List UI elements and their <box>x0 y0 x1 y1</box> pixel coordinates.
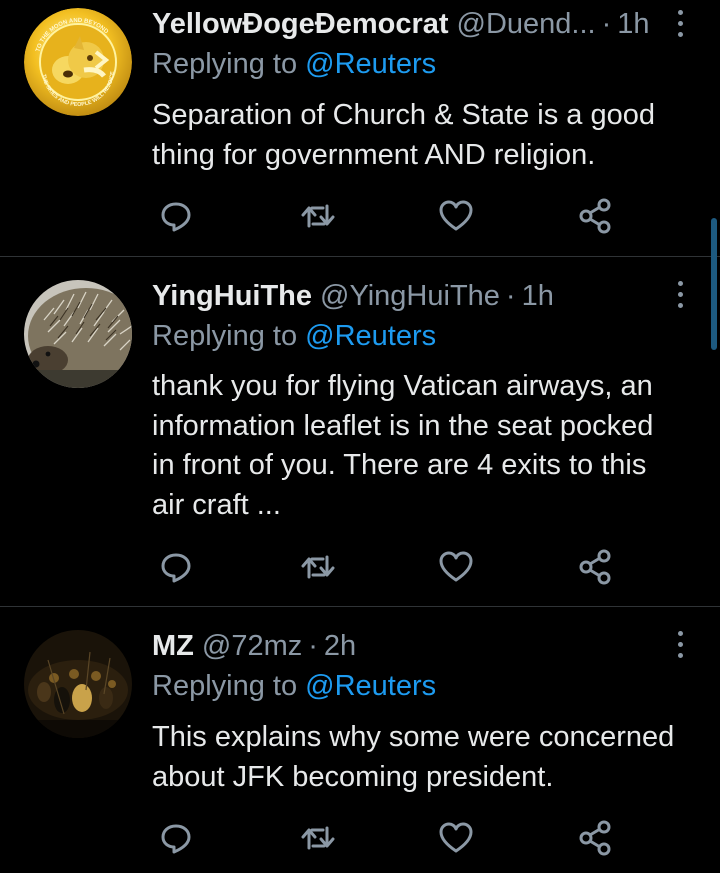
doge-coin-avatar: TO THE MOON AND BEYOND THE SKIES AND PEO… <box>24 8 132 116</box>
timestamp[interactable]: 1h <box>522 280 554 313</box>
tweet[interactable]: MZ @72mz · 2h Replying to @Reuters This … <box>0 607 720 873</box>
separator-dot: · <box>505 279 516 312</box>
share-button[interactable] <box>576 818 616 858</box>
tweet-header: MZ @72mz · 2h <box>152 626 356 666</box>
retweet-icon <box>301 555 335 579</box>
retweet-icon <box>301 204 335 228</box>
share-icon <box>579 198 611 234</box>
reply-icon <box>161 553 191 583</box>
separator-dot: · <box>601 7 612 40</box>
replying-to-label: Replying to <box>152 48 298 80</box>
tweet[interactable]: YingHuiThe @YingHuiThe · 1h Replying to … <box>0 257 720 606</box>
tweet-text: This explains why some were concerned ab… <box>152 721 675 793</box>
like-button[interactable] <box>436 547 476 587</box>
display-name[interactable]: MZ <box>152 630 194 663</box>
reply-to-handle[interactable]: @Reuters <box>305 48 436 80</box>
more-options-icon[interactable] <box>666 277 694 311</box>
replying-to-label: Replying to <box>152 320 298 352</box>
share-icon <box>579 820 611 856</box>
hedgehog-avatar <box>24 280 132 388</box>
reply-button[interactable] <box>156 547 196 587</box>
display-name[interactable]: YingHuiThe <box>152 280 312 313</box>
like-button[interactable] <box>436 818 476 858</box>
tweet-actions <box>152 818 622 858</box>
painting-avatar <box>24 630 132 738</box>
tweet-actions <box>152 196 622 236</box>
share-button[interactable] <box>576 196 616 236</box>
like-button[interactable] <box>436 196 476 236</box>
tweet-header: YellowĐogeĐemocrat @Duend... · 1h <box>152 4 650 44</box>
avatar[interactable]: TO THE MOON AND BEYOND THE SKIES AND PEO… <box>24 8 132 116</box>
retweet-button[interactable] <box>298 547 338 587</box>
separator-dot: · <box>308 629 318 662</box>
timestamp[interactable]: 1h <box>617 8 649 41</box>
avatar[interactable] <box>24 280 132 388</box>
replying-to-label: Replying to <box>152 670 298 702</box>
retweet-icon <box>301 826 335 850</box>
user-handle[interactable]: @YingHuiThe <box>320 280 500 313</box>
tweet-actions <box>152 547 622 587</box>
more-options-icon[interactable] <box>666 627 694 661</box>
tweet[interactable]: TO THE MOON AND BEYOND THE SKIES AND PEO… <box>0 0 720 256</box>
scrollbar[interactable] <box>711 218 717 350</box>
like-icon <box>439 551 473 582</box>
more-options-icon[interactable] <box>666 6 694 40</box>
reply-to-handle[interactable]: @Reuters <box>305 320 436 352</box>
reply-icon <box>161 202 191 232</box>
reply-icon <box>161 824 191 854</box>
retweet-button[interactable] <box>298 196 338 236</box>
retweet-button[interactable] <box>298 818 338 858</box>
user-handle[interactable]: @72mz <box>202 630 302 663</box>
reply-context: Replying to @Reuters <box>152 48 436 81</box>
reply-to-handle[interactable]: @Reuters <box>305 670 436 702</box>
reply-context: Replying to @Reuters <box>152 320 436 353</box>
reply-button[interactable] <box>156 818 196 858</box>
display-name[interactable]: YellowĐogeĐemocrat <box>152 8 449 41</box>
avatar[interactable] <box>24 630 132 738</box>
like-icon <box>439 200 473 231</box>
reply-button[interactable] <box>156 196 196 236</box>
user-handle[interactable]: @Duend... <box>457 8 596 41</box>
timestamp[interactable]: 2h <box>324 630 356 663</box>
tweet-text: Separation of Church & State is a good t… <box>152 99 655 171</box>
share-icon <box>579 549 611 585</box>
tweet-text: thank you for flying Vatican airways, an… <box>152 370 654 521</box>
share-button[interactable] <box>576 547 616 587</box>
like-icon <box>439 822 473 853</box>
tweet-header: YingHuiThe @YingHuiThe · 1h <box>152 276 554 316</box>
reply-context: Replying to @Reuters <box>152 670 436 703</box>
